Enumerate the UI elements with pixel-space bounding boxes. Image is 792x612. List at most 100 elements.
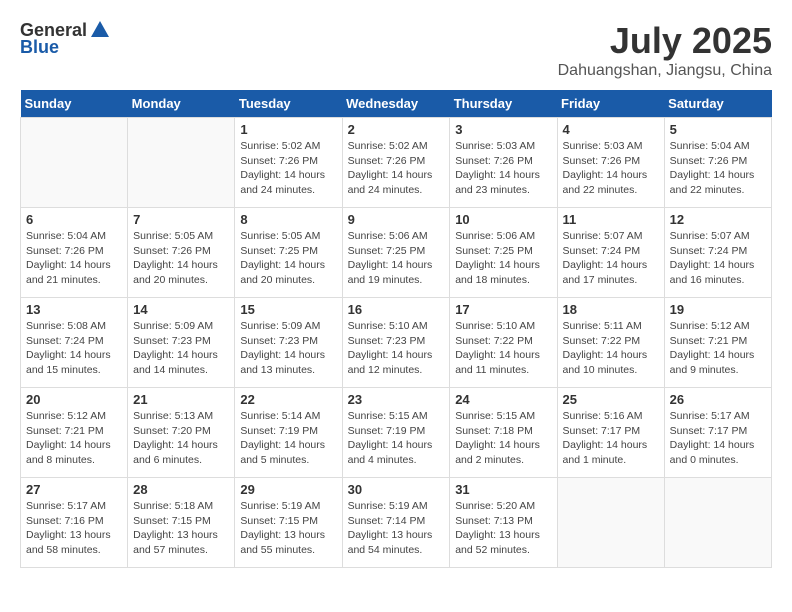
calendar-cell: 15Sunrise: 5:09 AMSunset: 7:23 PMDayligh… [235,298,342,388]
calendar-cell: 11 Sunrise: 5:07 AMSunset: 7:24 PMDayligh… [557,208,664,298]
day-number: 8 [240,212,336,227]
cell-details: Sunrise: 5:19 AMSunset: 7:15 PMDaylight:… [240,499,336,558]
calendar-cell: 21 Sunrise: 5:13 AMSunset: 7:20 PMDayligh… [128,388,235,478]
location-text: Dahuangshan, Jiangsu, China [558,62,772,80]
week-row-4: 20Sunrise: 5:12 AMSunset: 7:21 PMDayligh… [21,388,772,478]
calendar-cell: 8 Sunrise: 5:05 AMSunset: 7:25 PMDaylight… [235,208,342,298]
day-number: 17 [455,302,551,317]
cell-details: Sunrise: 5:10 AMSunset: 7:23 PMDaylight:… [348,319,445,378]
cell-details: Sunrise: 5:19 AMSunset: 7:14 PMDaylight:… [348,499,445,558]
day-number: 6 [26,212,122,227]
day-number: 2 [348,122,445,137]
cell-details: Sunrise: 5:12 AMSunset: 7:21 PMDaylight:… [670,319,766,378]
cell-details: Sunrise: 5:17 AMSunset: 7:17 PMDaylight:… [670,409,766,468]
cell-details: Sunrise: 5:03 AMSunset: 7:26 PMDaylight:… [455,139,551,198]
day-number: 3 [455,122,551,137]
weekday-header-row: SundayMondayTuesdayWednesdayThursdayFrid… [21,90,772,118]
calendar-cell [128,118,235,208]
calendar-cell: 23Sunrise: 5:15 AMSunset: 7:19 PMDayligh… [342,388,450,478]
month-title: July 2025 [558,20,772,62]
calendar-cell [21,118,128,208]
cell-details: Sunrise: 5:07 AMSunset: 7:24 PMDaylight:… [670,229,766,288]
day-number: 16 [348,302,445,317]
cell-details: Sunrise: 5:06 AMSunset: 7:25 PMDaylight:… [348,229,445,288]
logo-icon [89,19,111,41]
week-row-1: 1 Sunrise: 5:02 AMSunset: 7:26 PMDaylight… [21,118,772,208]
day-number: 1 [240,122,336,137]
calendar-cell: 29 Sunrise: 5:19 AMSunset: 7:15 PMDayligh… [235,478,342,568]
day-number: 29 [240,482,336,497]
page-header: General Blue July 2025 Dahuangshan, Jian… [20,20,772,80]
day-number: 22 [240,392,336,407]
weekday-header-monday: Monday [128,90,235,118]
calendar-cell: 20Sunrise: 5:12 AMSunset: 7:21 PMDayligh… [21,388,128,478]
weekday-header-friday: Friday [557,90,664,118]
calendar-cell: 16 Sunrise: 5:10 AMSunset: 7:23 PMDayligh… [342,298,450,388]
weekday-header-saturday: Saturday [664,90,771,118]
cell-details: Sunrise: 5:07 AMSunset: 7:24 PMDaylight:… [563,229,659,288]
day-number: 27 [26,482,122,497]
calendar-cell: 30 Sunrise: 5:19 AMSunset: 7:14 PMDayligh… [342,478,450,568]
cell-details: Sunrise: 5:15 AMSunset: 7:19 PMDaylight:… [348,409,445,468]
cell-details: Sunrise: 5:20 AMSunset: 7:13 PMDaylight:… [455,499,551,558]
calendar-cell: 12 Sunrise: 5:07 AMSunset: 7:24 PMDayligh… [664,208,771,298]
week-row-2: 6Sunrise: 5:04 AMSunset: 7:26 PMDaylight… [21,208,772,298]
calendar-cell: 25 Sunrise: 5:16 AMSunset: 7:17 PMDayligh… [557,388,664,478]
day-number: 31 [455,482,551,497]
weekday-header-wednesday: Wednesday [342,90,450,118]
weekday-header-sunday: Sunday [21,90,128,118]
cell-details: Sunrise: 5:09 AMSunset: 7:23 PMDaylight:… [240,319,336,378]
day-number: 11 [563,212,659,227]
day-number: 12 [670,212,766,227]
weekday-header-thursday: Thursday [450,90,557,118]
day-number: 21 [133,392,229,407]
logo: General Blue [20,20,111,58]
day-number: 9 [348,212,445,227]
calendar-cell: 24 Sunrise: 5:15 AMSunset: 7:18 PMDayligh… [450,388,557,478]
day-number: 13 [26,302,122,317]
cell-details: Sunrise: 5:05 AMSunset: 7:26 PMDaylight:… [133,229,229,288]
day-number: 18 [563,302,659,317]
day-number: 26 [670,392,766,407]
cell-details: Sunrise: 5:06 AMSunset: 7:25 PMDaylight:… [455,229,551,288]
calendar-cell: 2 Sunrise: 5:02 AMSunset: 7:26 PMDaylight… [342,118,450,208]
calendar-table: SundayMondayTuesdayWednesdayThursdayFrid… [20,90,772,568]
day-number: 30 [348,482,445,497]
calendar-cell: 17Sunrise: 5:10 AMSunset: 7:22 PMDayligh… [450,298,557,388]
calendar-cell: 14Sunrise: 5:09 AMSunset: 7:23 PMDayligh… [128,298,235,388]
week-row-3: 13 Sunrise: 5:08 AMSunset: 7:24 PMDayligh… [21,298,772,388]
cell-details: Sunrise: 5:02 AMSunset: 7:26 PMDaylight:… [348,139,445,198]
cell-details: Sunrise: 5:14 AMSunset: 7:19 PMDaylight:… [240,409,336,468]
calendar-cell: 18 Sunrise: 5:11 AMSunset: 7:22 PMDayligh… [557,298,664,388]
calendar-cell [557,478,664,568]
cell-details: Sunrise: 5:11 AMSunset: 7:22 PMDaylight:… [563,319,659,378]
cell-details: Sunrise: 5:05 AMSunset: 7:25 PMDaylight:… [240,229,336,288]
calendar-cell: 3 Sunrise: 5:03 AMSunset: 7:26 PMDaylight… [450,118,557,208]
calendar-cell: 5Sunrise: 5:04 AMSunset: 7:26 PMDaylight… [664,118,771,208]
day-number: 25 [563,392,659,407]
day-number: 28 [133,482,229,497]
calendar-cell [664,478,771,568]
cell-details: Sunrise: 5:13 AMSunset: 7:20 PMDaylight:… [133,409,229,468]
calendar-cell: 4Sunrise: 5:03 AMSunset: 7:26 PMDaylight… [557,118,664,208]
day-number: 7 [133,212,229,227]
cell-details: Sunrise: 5:17 AMSunset: 7:16 PMDaylight:… [26,499,122,558]
calendar-cell: 31 Sunrise: 5:20 AMSunset: 7:13 PMDayligh… [450,478,557,568]
cell-details: Sunrise: 5:15 AMSunset: 7:18 PMDaylight:… [455,409,551,468]
calendar-cell: 9 Sunrise: 5:06 AMSunset: 7:25 PMDaylight… [342,208,450,298]
cell-details: Sunrise: 5:08 AMSunset: 7:24 PMDaylight:… [26,319,122,378]
day-number: 24 [455,392,551,407]
calendar-cell: 28 Sunrise: 5:18 AMSunset: 7:15 PMDayligh… [128,478,235,568]
calendar-cell: 22 Sunrise: 5:14 AMSunset: 7:19 PMDayligh… [235,388,342,478]
cell-details: Sunrise: 5:16 AMSunset: 7:17 PMDaylight:… [563,409,659,468]
calendar-cell: 10Sunrise: 5:06 AMSunset: 7:25 PMDayligh… [450,208,557,298]
week-row-5: 27 Sunrise: 5:17 AMSunset: 7:16 PMDayligh… [21,478,772,568]
calendar-cell: 7 Sunrise: 5:05 AMSunset: 7:26 PMDaylight… [128,208,235,298]
calendar-cell: 1Sunrise: 5:02 AMSunset: 7:26 PMDaylight… [235,118,342,208]
cell-details: Sunrise: 5:03 AMSunset: 7:26 PMDaylight:… [563,139,659,198]
calendar-cell: 6Sunrise: 5:04 AMSunset: 7:26 PMDaylight… [21,208,128,298]
day-number: 14 [133,302,229,317]
calendar-cell: 26 Sunrise: 5:17 AMSunset: 7:17 PMDayligh… [664,388,771,478]
day-number: 5 [670,122,766,137]
cell-details: Sunrise: 5:18 AMSunset: 7:15 PMDaylight:… [133,499,229,558]
